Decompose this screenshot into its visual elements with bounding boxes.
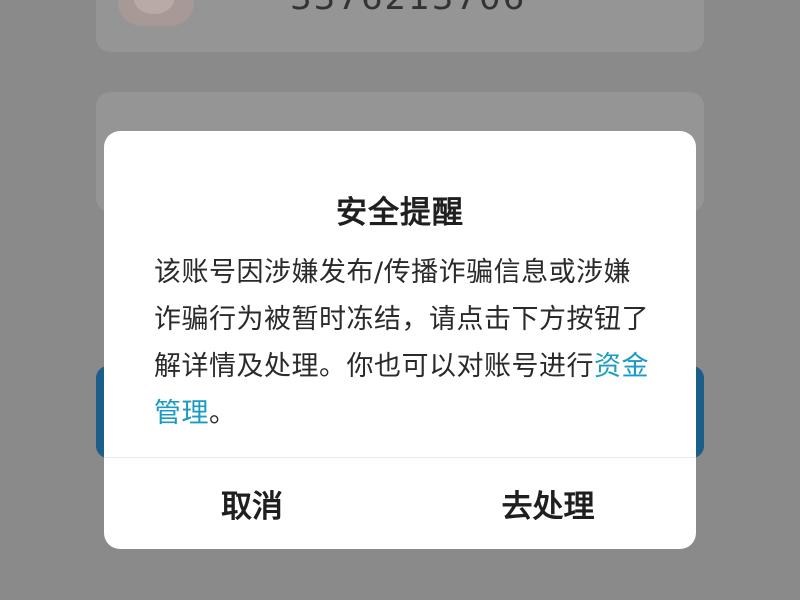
account-number: 3376213706: [290, 0, 526, 18]
cancel-button[interactable]: 取消: [104, 458, 400, 549]
security-alert-dialog: 安全提醒 该账号因涉嫌发布/传播诈骗信息或涉嫌诈骗行为被暂时冻结，请点击下方按钮…: [104, 131, 696, 549]
avatar-face: [134, 0, 174, 14]
avatar: [118, 0, 194, 26]
message-text: 该账号因涉嫌发布/传播诈骗信息或涉嫌诈骗行为被暂时冻结，请点击下方按钮了解详情及…: [154, 257, 649, 382]
go-handle-button[interactable]: 去处理: [400, 458, 696, 549]
dialog-message: 该账号因涉嫌发布/传播诈骗信息或涉嫌诈骗行为被暂时冻结，请点击下方按钮了解详情及…: [154, 249, 656, 437]
message-end: 。: [209, 398, 237, 429]
screen: 3376213706 安全提醒 该账号因涉嫌发布/传播诈骗信息或涉嫌诈骗行为被暂…: [0, 0, 800, 600]
dialog-title: 安全提醒: [336, 195, 464, 231]
